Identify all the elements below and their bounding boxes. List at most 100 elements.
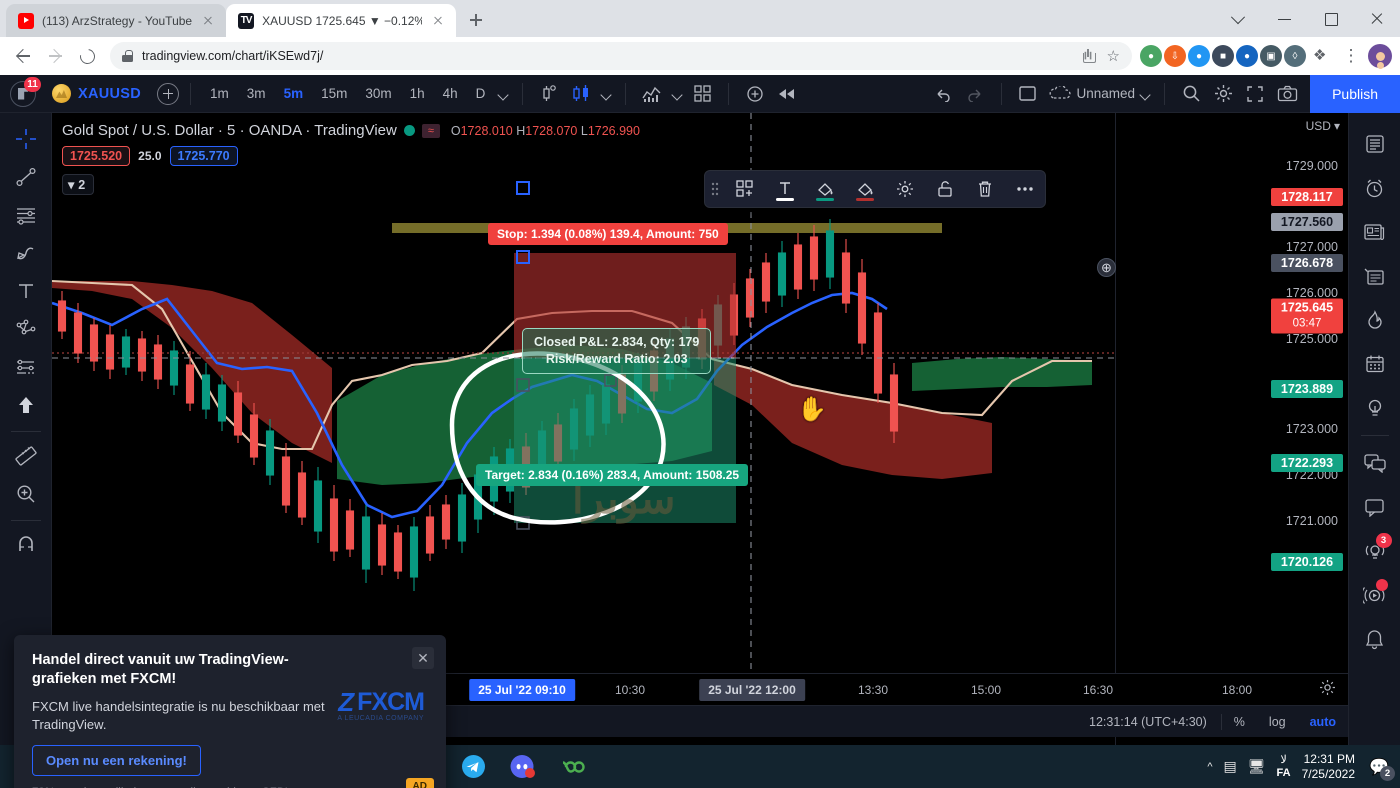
replay-icon[interactable] [772, 79, 802, 109]
new-tab-button[interactable] [462, 6, 490, 34]
more-menu-icon[interactable]: ⋮ [1336, 41, 1366, 71]
reload-icon[interactable] [72, 41, 102, 71]
timeframe-30m[interactable]: 30m [357, 81, 399, 106]
extension-icon-1[interactable]: ● [1140, 45, 1162, 67]
drag-handle[interactable] [705, 170, 725, 208]
layout-grid-icon[interactable] [687, 79, 717, 109]
undo-icon[interactable] [928, 79, 958, 109]
text-tool-icon[interactable] [7, 273, 45, 309]
horizontal-lines-tool-icon[interactable] [7, 197, 45, 233]
extension-icon-6[interactable]: ▣ [1260, 45, 1282, 67]
language-indicator[interactable]: لا FA [1277, 754, 1291, 779]
unlock-icon[interactable] [925, 170, 965, 208]
templates-add-icon[interactable] [725, 170, 765, 208]
data-window-icon[interactable] [1356, 254, 1394, 298]
window-close-button[interactable] [1354, 0, 1400, 37]
browser-tab-youtube[interactable]: (113) ArzStrategy - YouTube [6, 4, 227, 37]
ideas-bulb-icon[interactable] [1356, 386, 1394, 430]
add-symbol-button[interactable] [157, 82, 180, 105]
indicators-chevron-down-icon[interactable] [669, 86, 685, 102]
extensions-puzzle-icon[interactable] [1308, 43, 1334, 69]
open-account-button[interactable]: Open nu een rekening! [32, 745, 201, 777]
stream-icon[interactable] [1356, 573, 1394, 617]
maximize-button[interactable] [1308, 0, 1354, 37]
alert-add-icon[interactable] [740, 79, 770, 109]
profile-avatar[interactable] [1368, 44, 1392, 68]
telegram-icon[interactable] [448, 745, 498, 788]
redo-icon[interactable] [960, 79, 990, 109]
level-price-chip-2[interactable]: 1720.126 [1271, 553, 1343, 571]
close-icon[interactable]: ✕ [412, 647, 434, 669]
take-profit-price-chip[interactable]: 1723.889 [1271, 380, 1343, 398]
calendar-icon[interactable] [1356, 342, 1394, 386]
indicators-collapsed-chip[interactable]: ▾ 2 [62, 174, 95, 195]
trend-line-tool-icon[interactable] [7, 159, 45, 195]
symbol-selector[interactable]: XAUUSD [38, 84, 151, 103]
alerts-clock-icon[interactable] [1356, 166, 1394, 210]
take-profit-label[interactable]: Target: 2.834 (0.16%) 283.4, Amount: 150… [476, 464, 749, 486]
publish-button[interactable]: Publish [1310, 74, 1400, 113]
news-icon[interactable] [1356, 210, 1394, 254]
gear-icon[interactable] [1208, 79, 1238, 109]
ask-price-badge[interactable]: 1725.770 [169, 146, 238, 166]
percent-scale-button[interactable]: % [1222, 711, 1257, 733]
timeframe-4h[interactable]: 4h [435, 81, 466, 106]
network-monitor-icon[interactable]: 🖥 [1248, 758, 1266, 775]
browser-tab-tradingview[interactable]: TV XAUUSD 1725.645 ▼ −0.12% Un [226, 4, 457, 37]
tab-search-chevron-icon[interactable] [1216, 0, 1262, 37]
log-scale-button[interactable]: log [1257, 711, 1298, 733]
pattern-tool-icon[interactable] [7, 311, 45, 347]
bookmark-star-icon[interactable]: ☆ [1107, 47, 1120, 65]
bar-style-candle-icon[interactable] [534, 79, 564, 109]
extension-icon-5[interactable]: ● [1236, 45, 1258, 67]
timeframe-1h[interactable]: 1h [402, 81, 433, 106]
bar-style-chevron-down-icon[interactable] [598, 86, 614, 102]
layout-name-label[interactable]: Unnamed [1077, 86, 1136, 101]
timeframe-D[interactable]: D [468, 81, 494, 106]
watchlist-icon[interactable] [1356, 122, 1394, 166]
close-icon[interactable] [430, 13, 446, 29]
layout-chevron-down-icon[interactable] [1137, 86, 1153, 102]
taskbar-clock[interactable]: 12:31 PM 7/25/2022 [1302, 752, 1355, 781]
crosshair-tool-icon[interactable] [7, 121, 45, 157]
forward-arrow-icon[interactable] [40, 41, 70, 71]
forecast-tool-icon[interactable] [7, 349, 45, 385]
cloud-save-icon[interactable] [1045, 79, 1075, 109]
indicators-icon[interactable] [637, 79, 667, 109]
extension-icon-4[interactable]: ■ [1212, 45, 1234, 67]
private-chat-icon[interactable] [1356, 485, 1394, 529]
fullscreen-icon[interactable] [1240, 79, 1270, 109]
price-axis[interactable]: USD ▾ ⊕ 1729.000 1727.000 1726.000 1725.… [1097, 113, 1348, 745]
timeframe-3m[interactable]: 3m [239, 81, 274, 106]
bid-price-badge[interactable]: 1725.520 [62, 146, 131, 166]
hotlist-icon[interactable] [1356, 298, 1394, 342]
text-style-icon[interactable] [765, 170, 805, 208]
timeframe-5m[interactable]: 5m [276, 81, 312, 106]
broadcast-icon[interactable]: 3 [1356, 529, 1394, 573]
share-icon[interactable] [1080, 47, 1098, 65]
last-price-chip[interactable]: 1725.645 03:47 [1271, 298, 1343, 334]
address-bar[interactable]: tradingview.com/chart/iKSEwd7j/ ☆ [110, 42, 1132, 70]
discord-icon[interactable] [498, 745, 548, 788]
zoom-in-tool-icon[interactable] [7, 476, 45, 512]
measure-ruler-tool-icon[interactable] [7, 438, 45, 474]
close-icon[interactable] [200, 13, 216, 29]
bar-style-hollow-icon[interactable] [566, 79, 596, 109]
battery-icon[interactable]: ▤ [1224, 758, 1237, 775]
extension-icon-7[interactable]: ◊ [1284, 45, 1306, 67]
auto-scale-button[interactable]: auto [1298, 711, 1348, 733]
order-price-chip[interactable]: 1727.560 [1271, 213, 1343, 231]
notifications-bell-icon[interactable] [1356, 617, 1394, 661]
fill-color-red-icon[interactable] [845, 170, 885, 208]
level-price-chip-1[interactable]: 1722.293 [1271, 454, 1343, 472]
stop-loss-label[interactable]: Stop: 1.394 (0.08%) 139.4, Amount: 750 [488, 223, 728, 245]
back-arrow-icon[interactable] [8, 41, 38, 71]
more-options-icon[interactable] [1005, 170, 1045, 208]
tradingview-logo-icon[interactable]: 11 [10, 76, 41, 107]
settings-gear-icon[interactable] [885, 170, 925, 208]
extension-icon-2[interactable]: ⇩ [1164, 45, 1186, 67]
magnet-tool-icon[interactable] [7, 527, 45, 563]
timeframe-1m[interactable]: 1m [202, 81, 237, 106]
infinity-app-icon[interactable] [548, 745, 598, 788]
extension-icon-3[interactable]: ● [1188, 45, 1210, 67]
